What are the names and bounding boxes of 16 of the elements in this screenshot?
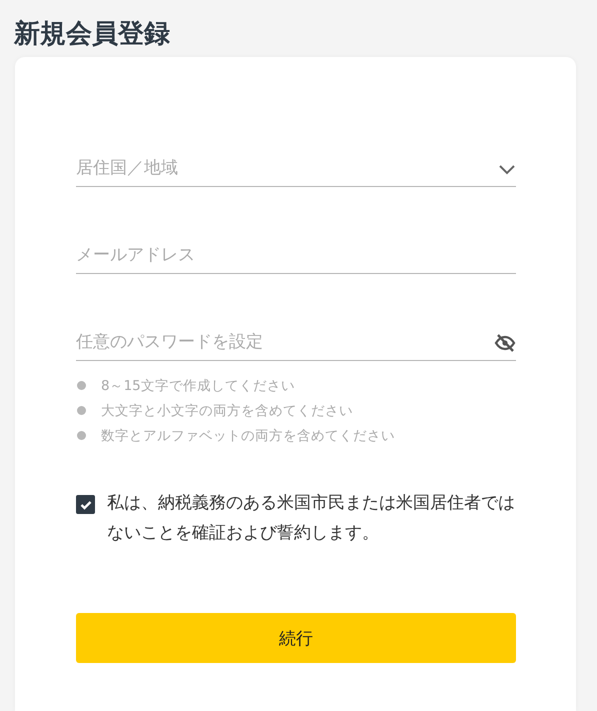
password-rule: 大文字と小文字の両方を含めてください — [101, 402, 353, 420]
bullet-icon — [77, 381, 86, 390]
email-field[interactable]: メールアドレス — [76, 237, 516, 274]
bullet-icon — [77, 431, 86, 440]
select-field[interactable]: 居住国／地域 — [76, 150, 516, 187]
continue-button[interactable]: 続行 — [76, 613, 516, 663]
agreement-text: 私は、納税義務のある米国市民または米国居住者ではないことを確証および誓約します。 — [107, 492, 516, 545]
page-title: 新規会員登録 — [14, 18, 170, 50]
password-rule: 数字とアルファベットの両方を含めてください — [101, 426, 395, 444]
bullet-icon — [77, 406, 86, 415]
password-rule: 8～15文字で作成してください — [101, 376, 295, 394]
checkbox[interactable] — [76, 495, 95, 514]
password-field[interactable]: 任意のパスワードを設定 — [76, 324, 516, 361]
eye-slash-icon[interactable] — [494, 332, 516, 352]
chevron-down-icon — [498, 162, 516, 174]
check-icon — [80, 500, 92, 510]
